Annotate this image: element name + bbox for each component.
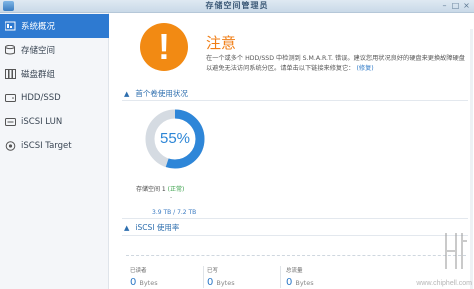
- volume-size: 3.9 TB / 7.2 TB: [152, 209, 197, 216]
- sidebar-item-storage-volume[interactable]: 存储空间: [0, 38, 109, 62]
- warning-icon: !: [140, 23, 188, 71]
- iscsi-chart-baseline: [126, 255, 466, 256]
- volume-usage-donut: 55%: [144, 108, 206, 170]
- alert-message: 在一个或多个 HDD/SSD 中检测到 S.M.A.R.T. 错误。建议您用状况…: [206, 54, 468, 74]
- sidebar-item-disk-group[interactable]: 磁盘群组: [0, 62, 109, 86]
- sidebar-item-label: 存储空间: [21, 46, 56, 56]
- stat-number: 0: [207, 277, 214, 288]
- repair-link[interactable]: (修复): [356, 65, 373, 72]
- sidebar-item-iscsi-target[interactable]: iSCSI Target: [0, 134, 109, 158]
- storage-volume-icon: [5, 44, 16, 55]
- volume-usage-title: 首个卷使用状况: [135, 89, 188, 98]
- volume-usage-header[interactable]: ▲ 首个卷使用状况: [124, 88, 188, 99]
- volume-name-line: 存储空间 1 (正常): [136, 184, 184, 193]
- window-title: 存储空间管理员: [205, 1, 269, 10]
- watermark-text: www.chiphell.com: [416, 280, 472, 287]
- stat-unit: Bytes: [216, 279, 235, 287]
- scrollbar[interactable]: [470, 29, 473, 289]
- title-bar: 存储空间管理员 – □ ×: [0, 0, 474, 13]
- sidebar-item-overview[interactable]: 系统概况: [0, 14, 109, 38]
- alert-title: 注意: [206, 35, 237, 52]
- iscsi-lun-icon: [5, 117, 16, 127]
- collapse-chevron-icon[interactable]: ▲: [124, 224, 129, 232]
- stat-unit: Bytes: [295, 279, 314, 287]
- iscsi-stat-write: 已写 0 Bytes: [207, 266, 235, 288]
- volume-dash: -: [170, 194, 173, 201]
- stat-separator: [203, 266, 204, 288]
- chiphell-logo-watermark: [445, 233, 467, 269]
- iscsi-stat-read: 已读者 0 Bytes: [130, 266, 158, 288]
- iscsi-usage-title: iSCSI 使用率: [135, 223, 180, 232]
- sidebar-item-label: iSCSI Target: [21, 141, 72, 151]
- sidebar-item-label: HDD/SSD: [21, 93, 61, 103]
- stat-label: 总流量: [286, 268, 303, 274]
- close-icon[interactable]: ×: [462, 2, 471, 10]
- stat-number: 0: [130, 277, 137, 288]
- usage-percent: 55%: [159, 130, 191, 147]
- stat-label: 已读者: [130, 268, 147, 274]
- iscsi-stat-total: 总流量 0 Bytes: [286, 266, 314, 288]
- overview-icon: [4, 21, 16, 31]
- volume-status: (正常): [167, 186, 185, 193]
- stat-unit: Bytes: [139, 279, 158, 287]
- maximize-icon[interactable]: □: [451, 2, 460, 10]
- collapse-chevron-icon[interactable]: ▲: [124, 90, 129, 98]
- stat-separator: [280, 266, 281, 288]
- sidebar-item-label: iSCSI LUN: [21, 117, 63, 127]
- stat-number: 0: [286, 277, 293, 288]
- sidebar: 系统概况 存储空间 磁盘群组 HDD/SSD iSCSI LUN iSCSI T…: [0, 13, 109, 289]
- stat-label: 已写: [207, 268, 219, 274]
- divider: [122, 218, 468, 219]
- divider: [122, 100, 468, 101]
- alert-message-text: 在一个或多个 HDD/SSD 中检测到 S.M.A.R.T. 错误。建议您用状况…: [206, 55, 465, 72]
- stat-value: 0 Bytes: [286, 277, 314, 288]
- sidebar-item-label: 系统概况: [21, 22, 56, 32]
- volume-name: 存储空间 1: [136, 186, 166, 193]
- main-panel: ! 注意 在一个或多个 HDD/SSD 中检测到 S.M.A.R.T. 错误。建…: [110, 13, 474, 289]
- disk-group-icon: [5, 69, 16, 79]
- minimize-icon[interactable]: –: [440, 2, 449, 10]
- stat-value: 0 Bytes: [207, 277, 235, 288]
- hdd-icon: [5, 93, 16, 103]
- iscsi-usage-header[interactable]: ▲ iSCSI 使用率: [124, 222, 179, 233]
- sidebar-item-iscsi-lun[interactable]: iSCSI LUN: [0, 110, 109, 134]
- iscsi-target-icon: [5, 141, 16, 151]
- divider: [122, 235, 468, 236]
- sidebar-item-label: 磁盘群组: [21, 70, 56, 80]
- stat-value: 0 Bytes: [130, 277, 158, 288]
- sidebar-item-hdd-ssd[interactable]: HDD/SSD: [0, 86, 109, 110]
